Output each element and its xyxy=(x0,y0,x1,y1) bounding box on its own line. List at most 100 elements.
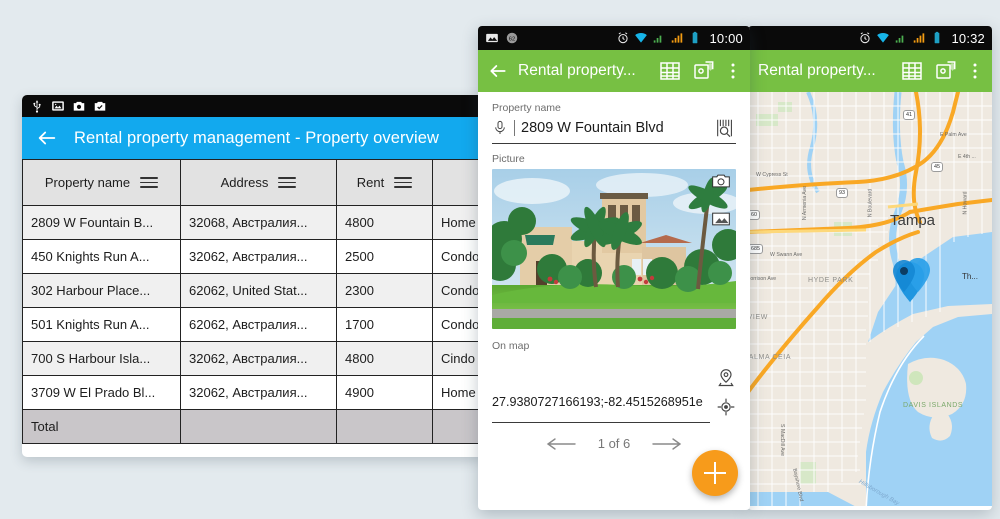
map-status-bar: 10:32 xyxy=(748,26,992,50)
back-arrow-icon[interactable] xyxy=(36,127,58,149)
arrow-right-icon[interactable] xyxy=(652,437,682,451)
cell-rent: 4900 xyxy=(336,375,433,410)
camera-check-icon xyxy=(94,101,106,111)
column-header-label: Property name xyxy=(44,175,131,190)
map-label-morrison-ave: Morrison Ave xyxy=(748,276,777,282)
signal-2-icon xyxy=(914,33,925,43)
camera-icon[interactable] xyxy=(710,171,732,191)
route-shield-685: 685 xyxy=(748,244,763,254)
coordinates-input[interactable]: 27.9380727166193;-82.4515268951е xyxy=(492,395,710,423)
map-label-s-macdill-ave: S MacDill Ave xyxy=(778,424,785,456)
table-row[interactable]: 302 Harbour Place... 62062, United Stat.… xyxy=(22,273,484,308)
cell-address: 62062, United Stat... xyxy=(180,273,337,308)
map-label-n-howard: N Howard xyxy=(962,191,969,215)
table-row[interactable]: 700 S Harbour Isla... 32062, Австралия..… xyxy=(22,341,484,376)
map-pin-outline-icon[interactable] xyxy=(716,368,736,388)
route-shield-45: 45 xyxy=(931,162,943,172)
signal-2-icon xyxy=(672,33,683,43)
cell-rent: 2300 xyxy=(336,273,433,308)
property-photo-graphic xyxy=(492,169,736,329)
add-record-fab[interactable] xyxy=(692,450,738,496)
hamburger-icon[interactable] xyxy=(140,174,159,191)
signal-1-icon xyxy=(896,35,904,43)
cell-total-type xyxy=(432,409,484,444)
grid-table-icon[interactable] xyxy=(658,59,682,83)
cell-property-name: 3709 W El Prado Bl... xyxy=(22,375,181,410)
hamburger-icon[interactable] xyxy=(394,174,413,191)
tablet-app-bar: Rental property management - Property ov… xyxy=(22,117,484,159)
alarm-icon xyxy=(860,32,871,44)
cell-rent: 4800 xyxy=(336,205,433,240)
gallery-icon[interactable] xyxy=(710,209,732,229)
map-label-e-palm-ave: E Palm Ave xyxy=(940,132,967,138)
microphone-icon[interactable] xyxy=(492,118,508,138)
table-header-row: Property name Address Rent xyxy=(22,159,484,206)
cell-type: Cindo xyxy=(432,341,484,376)
column-header-label: Rent xyxy=(356,175,385,190)
cell-property-name: 450 Knights Run A... xyxy=(22,239,181,274)
cell-address: 62062, Австралия... xyxy=(180,307,337,342)
map-label-w-cypress-st: W Cypress St xyxy=(756,172,788,178)
coordinates-field[interactable]: 27.9380727166193;-82.4515268951е xyxy=(492,368,736,423)
alarm-icon xyxy=(618,32,629,44)
map-label-view: ...VIEW xyxy=(748,314,768,321)
signal-1-icon xyxy=(654,35,662,43)
gps-crosshair-icon[interactable] xyxy=(716,397,736,417)
tablet-window: Rental property management - Property ov… xyxy=(22,95,484,457)
cell-type: Condo xyxy=(432,273,484,308)
property-name-field[interactable]: 2809 W Fountain Blvd xyxy=(492,117,736,144)
overflow-menu-icon[interactable] xyxy=(968,59,982,83)
map-label-davis-islands: DAVIS ISLANDS xyxy=(903,402,964,409)
hamburger-icon[interactable] xyxy=(278,174,297,191)
cell-rent: 2500 xyxy=(336,239,433,274)
grid-table-icon[interactable] xyxy=(900,59,924,83)
table-row[interactable]: 450 Knights Run A... 32062, Австралия...… xyxy=(22,239,484,274)
image-icon xyxy=(486,33,498,43)
map-label-hyde-park: HYDE PARK xyxy=(808,277,854,284)
map-pin-icon[interactable] xyxy=(934,59,958,83)
page-title: Rental property management - Property ov… xyxy=(74,128,440,147)
cell-address: 32062, Австралия... xyxy=(180,341,337,376)
table-total-row: Total xyxy=(22,409,484,444)
overflow-menu-icon[interactable] xyxy=(726,59,740,83)
table-row[interactable]: 3709 W El Prado Bl... 32062, Австралия..… xyxy=(22,375,484,410)
back-arrow-icon[interactable] xyxy=(488,61,508,81)
cell-rent: 4800 xyxy=(336,341,433,376)
detail-status-bar: 62 10:00 xyxy=(478,26,750,50)
detail-form: Property name 2809 W Fountain Blvd Pictu… xyxy=(478,92,750,510)
on-map-label: On map xyxy=(492,340,530,352)
property-photo[interactable] xyxy=(492,169,736,329)
cell-address: 32062, Австралия... xyxy=(180,375,337,410)
property-table: Property name Address Rent 2809 W Founta… xyxy=(22,159,484,444)
cell-type: Home xyxy=(432,205,484,240)
table-row[interactable]: 501 Knights Run A... 62062, Австралия...… xyxy=(22,307,484,342)
battery-icon xyxy=(693,31,698,44)
camera-icon xyxy=(73,101,85,111)
picture-label: Picture xyxy=(492,153,525,165)
map-app-bar: Rental property... xyxy=(748,50,992,92)
arrow-left-icon[interactable] xyxy=(546,437,576,451)
route-shield-93: 93 xyxy=(836,188,848,198)
map-clock: 10:32 xyxy=(951,30,985,46)
property-name-input[interactable]: 2809 W Fountain Blvd xyxy=(514,120,708,136)
column-header-property-name[interactable]: Property name xyxy=(22,159,181,206)
map-label-palma-ceia: PALMA CEIA xyxy=(748,354,792,361)
map-label-tampa: Tampa xyxy=(890,212,936,229)
cell-property-name: 700 S Harbour Isla... xyxy=(22,341,181,376)
cell-address: 32062, Австралия... xyxy=(180,239,337,274)
cell-type: Condo xyxy=(432,307,484,342)
barcode-scan-icon[interactable] xyxy=(714,117,736,139)
map-page-title: Rental property... xyxy=(758,62,876,79)
record-pager: 1 of 6 xyxy=(492,436,736,451)
map-label-e-4th: E 4th ... xyxy=(958,154,976,160)
property-name-label: Property name xyxy=(492,102,561,114)
column-header-rent[interactable]: Rent xyxy=(336,159,433,206)
column-header-address[interactable]: Address xyxy=(180,159,337,206)
property-table-wrapper[interactable]: Property name Address Rent 2809 W Founta… xyxy=(22,159,484,444)
pager-text: 1 of 6 xyxy=(597,436,631,451)
table-row[interactable]: 2809 W Fountain B... 32068, Австралия...… xyxy=(22,205,484,240)
cell-address: 32068, Австралия... xyxy=(180,205,337,240)
map-canvas[interactable]: Tampa HYDE PARK DAVIS ISLANDS BALLAST PO… xyxy=(748,92,992,506)
column-header-type[interactable]: Type xyxy=(432,159,484,206)
map-pin-icon[interactable] xyxy=(692,59,716,83)
